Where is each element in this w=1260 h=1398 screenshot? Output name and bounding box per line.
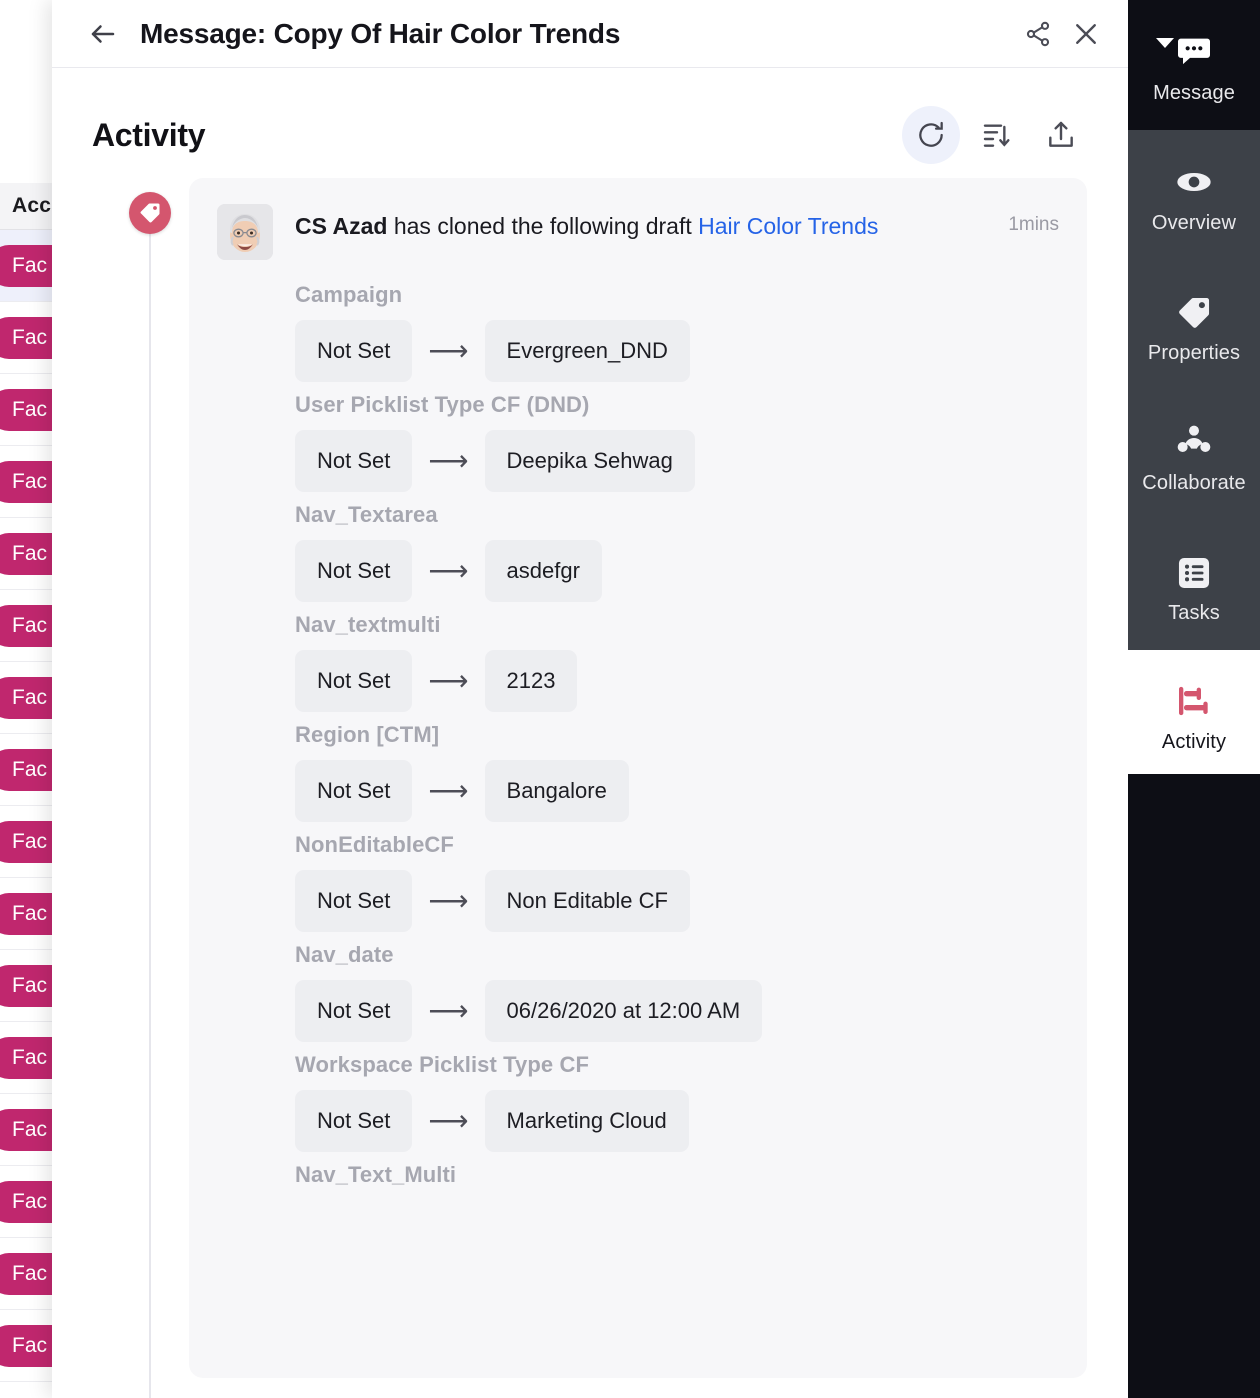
rail-item-label: Collaborate bbox=[1142, 471, 1246, 494]
field-change: Region [CTM] Not Set ⟶ Bangalore bbox=[295, 722, 1059, 822]
field-change: Nav_date Not Set ⟶ 06/26/2020 at 12:00 AM bbox=[295, 942, 1059, 1042]
rail-item-tasks[interactable]: Tasks bbox=[1128, 520, 1260, 650]
actor-name: CS Azad bbox=[295, 213, 388, 239]
field-change: Nav_textmulti Not Set ⟶ 2123 bbox=[295, 612, 1059, 712]
tag-icon bbox=[129, 192, 171, 234]
avatar bbox=[217, 204, 273, 260]
field-change: NonEditableCF Not Set ⟶ Non Editable CF bbox=[295, 832, 1059, 932]
old-value-chip: Not Set bbox=[295, 870, 413, 932]
rail-item-activity[interactable]: Activity bbox=[1128, 650, 1260, 778]
old-value-chip: Not Set bbox=[295, 430, 413, 492]
field-label: Nav_date bbox=[295, 942, 394, 967]
new-value-chip: Evergreen_DND bbox=[484, 320, 690, 382]
timeline-connector bbox=[149, 230, 151, 1398]
field-value-row: Not Set ⟶ asdefgr bbox=[295, 540, 1059, 602]
people-group-icon bbox=[1174, 416, 1214, 462]
arrow-right-icon: ⟶ bbox=[428, 335, 469, 366]
sort-button[interactable] bbox=[970, 108, 1024, 162]
new-value-chip: 2123 bbox=[484, 650, 578, 712]
message-detail-modal: Message: Copy Of Hair Color Trends Activ… bbox=[52, 0, 1128, 1398]
right-rail-nav: Message Overview Properties Collaborate Task… bbox=[1128, 0, 1260, 1398]
chevron-down-icon bbox=[1156, 38, 1174, 48]
field-change: Nav_Textarea Not Set ⟶ asdefgr bbox=[295, 502, 1059, 602]
rail-item-properties[interactable]: Properties bbox=[1128, 260, 1260, 390]
field-label: Campaign bbox=[295, 282, 403, 307]
arrow-right-icon: ⟶ bbox=[428, 665, 469, 696]
rail-filler bbox=[1128, 774, 1260, 1398]
arrow-right-icon: ⟶ bbox=[428, 775, 469, 806]
old-value-chip: Not Set bbox=[295, 1090, 413, 1152]
rail-item-collaborate[interactable]: Collaborate bbox=[1128, 390, 1260, 520]
old-value-chip: Not Set bbox=[295, 650, 413, 712]
export-button[interactable] bbox=[1034, 108, 1088, 162]
list-icon bbox=[1175, 546, 1213, 592]
refresh-button[interactable] bbox=[902, 106, 960, 164]
page-title: Message: Copy Of Hair Color Trends bbox=[140, 17, 621, 49]
activity-timeline: CS Azad has cloned the following draft H… bbox=[52, 178, 1128, 1398]
field-label: Workspace Picklist Type CF bbox=[295, 1052, 590, 1077]
field-value-row: Not Set ⟶ Non Editable CF bbox=[295, 870, 1059, 932]
activity-icon bbox=[1174, 675, 1214, 721]
field-change: User Picklist Type CF (DND) Not Set ⟶ Deepi… bbox=[295, 392, 1059, 492]
field-label: User Picklist Type CF (DND) bbox=[295, 392, 590, 417]
rail-item-label: Activity bbox=[1161, 730, 1227, 753]
activity-toolbar: Activity bbox=[52, 68, 1128, 164]
entry-body: CS Azad has cloned the following draft H… bbox=[295, 204, 1008, 242]
field-value-row: Not Set ⟶ Evergreen_DND bbox=[295, 320, 1059, 382]
rail-item-label: Overview bbox=[1151, 211, 1237, 234]
old-value-chip: Not Set bbox=[295, 540, 413, 602]
rail-item-label: Tasks bbox=[1168, 601, 1220, 624]
entry-headline: CS Azad has cloned the following draft H… bbox=[295, 212, 1008, 242]
message-bubble-icon bbox=[1174, 26, 1214, 72]
field-value-row: Not Set ⟶ Bangalore bbox=[295, 760, 1059, 822]
field-label: Nav_Text_Multi bbox=[295, 1162, 457, 1187]
field-change: Campaign Not Set ⟶ Evergreen_DND bbox=[295, 282, 1059, 382]
entry-header: CS Azad has cloned the following draft H… bbox=[217, 204, 1059, 260]
field-value-row: Not Set ⟶ Deepika Sehwag bbox=[295, 430, 1059, 492]
old-value-chip: Not Set bbox=[295, 980, 413, 1042]
field-label: Nav_textmulti bbox=[295, 612, 441, 637]
tag-icon bbox=[1175, 286, 1213, 332]
new-value-chip: 06/26/2020 at 12:00 AM bbox=[484, 980, 763, 1042]
field-value-row: Not Set ⟶ Marketing Cloud bbox=[295, 1090, 1059, 1152]
new-value-chip: Non Editable CF bbox=[484, 870, 690, 932]
activity-entry-card: CS Azad has cloned the following draft H… bbox=[189, 178, 1087, 1378]
new-value-chip: Deepika Sehwag bbox=[484, 430, 695, 492]
modal-header: Message: Copy Of Hair Color Trends bbox=[52, 0, 1128, 68]
arrow-right-icon: ⟶ bbox=[428, 445, 469, 476]
old-value-chip: Not Set bbox=[295, 760, 413, 822]
action-text: has cloned the following draft bbox=[387, 213, 699, 239]
field-label: NonEditableCF bbox=[295, 832, 454, 857]
new-value-chip: asdefgr bbox=[484, 540, 602, 602]
rail-item-message[interactable]: Message bbox=[1128, 0, 1260, 130]
eye-icon bbox=[1174, 156, 1214, 202]
activity-heading: Activity bbox=[92, 116, 206, 153]
rail-item-label: Properties bbox=[1147, 341, 1241, 364]
rail-item-label: Message bbox=[1153, 81, 1235, 104]
new-value-chip: Marketing Cloud bbox=[484, 1090, 689, 1152]
new-value-chip: Bangalore bbox=[484, 760, 629, 822]
arrow-right-icon: ⟶ bbox=[428, 555, 469, 586]
share-icon[interactable] bbox=[1018, 14, 1058, 54]
draft-link[interactable]: Hair Color Trends bbox=[698, 213, 878, 239]
arrow-right-icon: ⟶ bbox=[428, 1105, 469, 1136]
arrow-right-icon: ⟶ bbox=[428, 995, 469, 1026]
field-change: Workspace Picklist Type CF Not Set ⟶ Market… bbox=[295, 1052, 1059, 1152]
changed-fields-list: Campaign Not Set ⟶ Evergreen_DND User Pickli… bbox=[295, 282, 1059, 1188]
close-icon[interactable] bbox=[1066, 14, 1106, 54]
field-label: Region [CTM] bbox=[295, 722, 440, 747]
field-value-row: Not Set ⟶ 06/26/2020 at 12:00 AM bbox=[295, 980, 1059, 1042]
arrow-left-icon[interactable] bbox=[86, 17, 120, 51]
entry-timestamp: 1mins bbox=[1008, 214, 1059, 235]
field-value-row: Not Set ⟶ 2123 bbox=[295, 650, 1059, 712]
old-value-chip: Not Set bbox=[295, 320, 413, 382]
field-change: Nav_Text_Multi bbox=[295, 1162, 1059, 1188]
field-label: Nav_Textarea bbox=[295, 502, 438, 527]
app-root: Acc Fac Fac Fac Fac Fac Fac Fac Fac Fac Fac Fac Fac… bbox=[0, 0, 1260, 1398]
rail-item-overview[interactable]: Overview bbox=[1128, 130, 1260, 260]
arrow-right-icon: ⟶ bbox=[428, 885, 469, 916]
